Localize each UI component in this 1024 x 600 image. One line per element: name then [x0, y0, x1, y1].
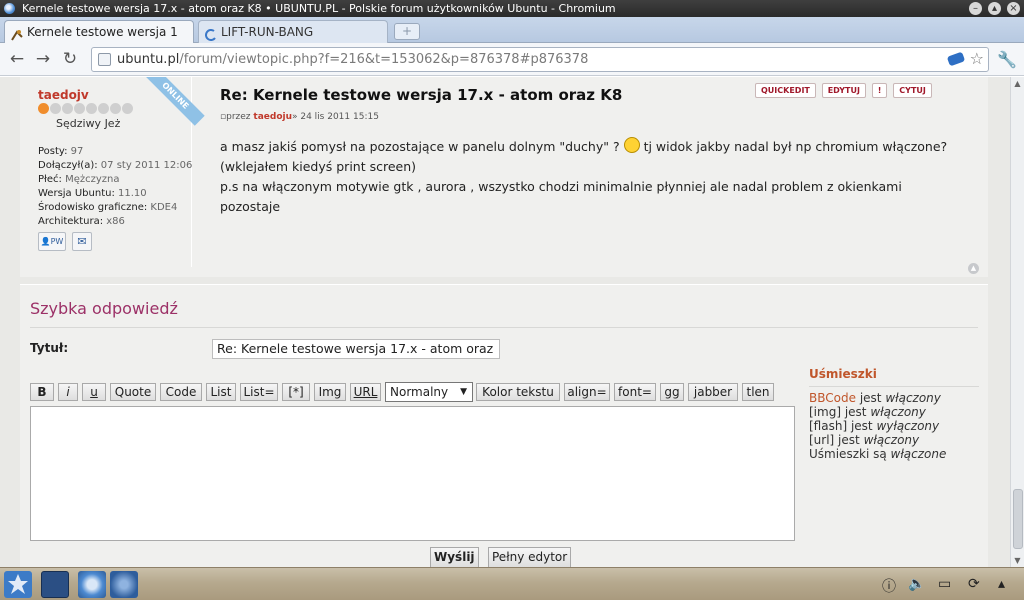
report-button[interactable]: ! [871, 83, 888, 98]
window-title: Kernele testowe wersja 17.x - atom oraz … [22, 2, 616, 15]
submit-button[interactable]: Wyślij [430, 547, 479, 567]
extension-icon[interactable] [946, 51, 966, 67]
dropdown-arrow-icon: ▼ [460, 387, 467, 397]
chromium-taskbar-icon[interactable] [78, 571, 106, 598]
text-color-button[interactable]: Kolor tekstu [476, 383, 560, 401]
reload-icon[interactable]: ↻ [61, 50, 79, 68]
tab-label: LIFT-RUN-BANG [221, 25, 314, 39]
tab-label: Kernele testowe wersja 1 [27, 25, 178, 39]
tab-strip: Kernele testowe wersja 1 LIFT-RUN-BANG + [0, 17, 1024, 43]
private-message-button[interactable]: 👤PW [38, 232, 66, 251]
forum-post: taedojv Sędziwy Jeż ONLINE Posty: 97 Doł… [20, 77, 988, 277]
profile-stats: Posty: 97 Dołączył(a): 07 sty 2011 12:06… [38, 146, 193, 227]
online-badge: ONLINE [145, 77, 205, 126]
message-textarea[interactable] [30, 406, 795, 541]
wrench-icon[interactable]: 🔧 [997, 50, 1017, 69]
page-icon [98, 53, 111, 66]
browser-taskbar-icon[interactable] [110, 571, 138, 598]
post-actions: QUICKEDIT EDYTUJ ! CYTUJ [755, 83, 934, 98]
bbcode-status: BBCode jest włączony [img] jest włączony… [809, 391, 947, 461]
volume-icon[interactable]: 🔈 [908, 576, 925, 592]
network-icon[interactable]: ⟳ [968, 576, 980, 592]
bookmark-star-icon[interactable]: ☆ [970, 49, 984, 68]
kde-menu-icon[interactable] [4, 571, 32, 598]
desktop-icon[interactable] [41, 571, 69, 598]
page-viewport: taedojv Sędziwy Jeż ONLINE Posty: 97 Doł… [0, 77, 1024, 567]
title-label: Tytuł: [30, 341, 69, 355]
underline-button[interactable]: u [82, 383, 106, 401]
smilies-heading: Uśmieszki [809, 367, 877, 381]
window-titlebar: Kernele testowe wersja 17.x - atom oraz … [0, 0, 1024, 17]
font-button[interactable]: font= [614, 383, 656, 401]
back-arrow-icon[interactable]: ← [8, 50, 26, 68]
tab-lift-run-bang[interactable]: LIFT-RUN-BANG [198, 20, 388, 43]
info-icon[interactable]: ⓘ [882, 576, 896, 596]
post-content: a masz jakiś pomysł na pozostające w pan… [220, 137, 948, 214]
forward-arrow-icon[interactable]: → [34, 50, 52, 68]
post-username[interactable]: taedojv [38, 88, 89, 102]
post-profile: taedojv Sędziwy Jeż ONLINE Posty: 97 Doł… [20, 77, 205, 267]
font-size-select[interactable]: Normalny ▼ [385, 382, 473, 402]
list-ordered-button[interactable]: List= [240, 383, 278, 401]
battery-icon[interactable]: ▭ [938, 576, 951, 592]
divider [30, 327, 978, 328]
bbcode-link[interactable]: BBCode [809, 391, 856, 405]
scroll-thumb[interactable] [1013, 489, 1023, 549]
rank-title: Sędziwy Jeż [56, 117, 121, 130]
taskbar: ⓘ 🔈 ▭ ⟳ ▴ [0, 567, 1024, 600]
quick-reply-heading: Szybka odpowiedź [30, 299, 178, 318]
post-meta: ▫przez taedoju» 24 lis 2011 15:15 [220, 112, 379, 122]
new-tab-button[interactable]: + [394, 23, 420, 40]
minimize-icon[interactable]: – [969, 2, 982, 15]
chromium-icon [4, 3, 15, 14]
page-scrollbar[interactable]: ▲ ▼ [1010, 77, 1024, 567]
smiley-icon [623, 137, 640, 153]
quote-button[interactable]: CYTUJ [893, 83, 932, 98]
edit-button[interactable]: EDYTUJ [821, 83, 866, 98]
close-icon[interactable]: × [1007, 2, 1020, 15]
list-item-button[interactable]: [*] [282, 383, 310, 401]
jabber-button[interactable]: jabber [688, 383, 738, 401]
quickedit-button[interactable]: QUICKEDIT [755, 83, 816, 98]
address-bar[interactable]: ubuntu.pl/forum/viewtopic.php?f=216&t=15… [91, 47, 989, 72]
url-text: ubuntu.pl/forum/viewtopic.php?f=216&t=15… [117, 52, 589, 67]
full-editor-button[interactable]: Pełny edytor [488, 547, 572, 567]
quote-format-button[interactable]: Quote [110, 383, 156, 401]
maximize-icon[interactable]: ▴ [988, 2, 1001, 15]
italic-button[interactable]: i [58, 383, 78, 401]
back-to-top-icon[interactable]: ▲ [968, 263, 979, 274]
bold-button[interactable]: B [30, 383, 54, 401]
list-button[interactable]: List [206, 383, 236, 401]
gg-button[interactable]: gg [660, 383, 684, 401]
tray-expand-icon[interactable]: ▴ [998, 576, 1005, 592]
img-button[interactable]: Img [314, 383, 346, 401]
tlen-button[interactable]: tlen [742, 383, 774, 401]
post-author[interactable]: taedoju [253, 112, 292, 122]
user-icon: 👤 [40, 237, 51, 246]
scroll-down-icon[interactable]: ▼ [1011, 554, 1024, 567]
browser-toolbar: ← → ↻ ubuntu.pl/forum/viewtopic.php?f=21… [0, 43, 1024, 76]
tab-kernele[interactable]: Kernele testowe wersja 1 [4, 20, 194, 43]
quick-reply-panel: Szybka odpowiedź Tytuł: Re: Kernele test… [20, 284, 988, 567]
scroll-up-icon[interactable]: ▲ [1011, 77, 1024, 90]
url-button[interactable]: URL [350, 383, 381, 401]
title-input[interactable]: Re: Kernele testowe wersja 17.x - atom o… [212, 339, 500, 359]
envelope-icon: ✉ [77, 235, 87, 248]
rank-dots [38, 103, 134, 117]
code-button[interactable]: Code [160, 383, 202, 401]
loading-spinner-icon [205, 26, 217, 41]
divider [809, 386, 979, 387]
email-button[interactable]: ✉ [72, 232, 92, 251]
post-title[interactable]: Re: Kernele testowe wersja 17.x - atom o… [220, 86, 622, 104]
align-button[interactable]: align= [564, 383, 610, 401]
forum-favicon-icon [11, 26, 23, 41]
